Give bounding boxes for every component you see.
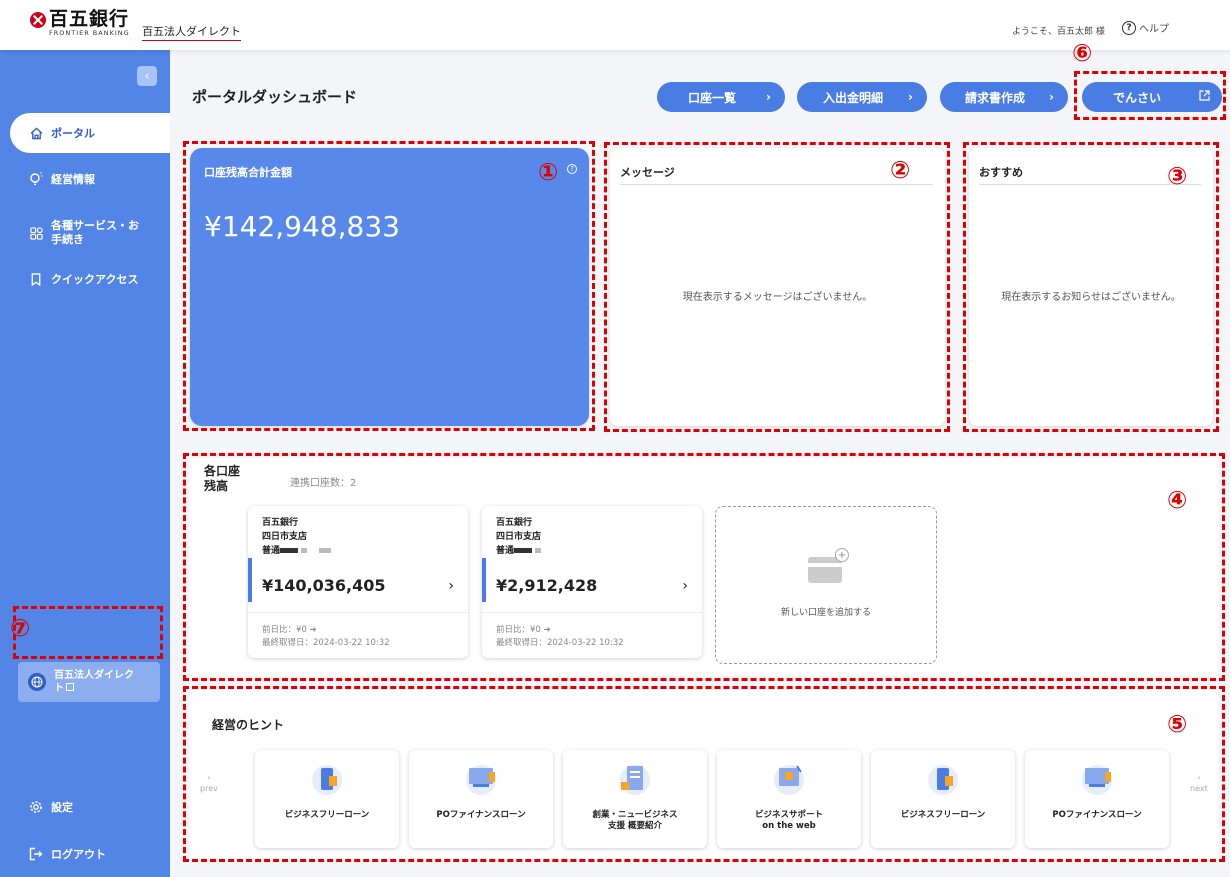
- gear-icon: [28, 800, 44, 814]
- external-link-icon: [66, 683, 74, 691]
- annotation-box-6: [1074, 71, 1226, 120]
- top-header: 百五銀行 FRONTIER BANKING 百五法人ダイレクト ようこそ、百五太…: [0, 0, 1230, 50]
- annotation-number-4: ④: [1167, 486, 1188, 514]
- sidebar-item-label: 各種サービス・お: [51, 219, 139, 232]
- external-link-label-line2: ト: [54, 683, 64, 694]
- sidebar-item-label: クイックアクセス: [51, 273, 139, 286]
- annotation-number-3: ③: [1167, 162, 1188, 190]
- transaction-details-button[interactable]: 入出金明細 ›: [797, 82, 927, 112]
- external-link-label: 百五法人ダイレク: [54, 670, 134, 681]
- sidebar: ‹ ポータル 経営情報 各種サービス・お 手続き クイックアクセス 百五法人ダイ…: [0, 50, 170, 877]
- service-name: 百五法人ダイレクト: [142, 23, 241, 41]
- sidebar-item-logout[interactable]: ログアウト: [0, 839, 106, 869]
- annotation-box-2: [604, 142, 950, 432]
- help-icon: ?: [1122, 20, 1136, 35]
- annotation-box-7: [13, 606, 163, 659]
- annotation-number-2: ②: [890, 156, 911, 184]
- create-invoice-button-label: 請求書作成: [964, 90, 1025, 105]
- page-title: ポータルダッシュボード: [192, 88, 358, 106]
- annotation-box-4: [183, 453, 1225, 681]
- logout-icon: [28, 847, 44, 861]
- sidebar-item-label-line2: 手続き: [51, 233, 84, 246]
- bank-logo[interactable]: 百五銀行 FRONTIER BANKING: [30, 9, 130, 37]
- annotation-number-7: ⑦: [10, 614, 31, 642]
- annotation-number-1: ①: [538, 158, 559, 186]
- external-link-card[interactable]: 百五法人ダイレク ト: [18, 662, 160, 702]
- sidebar-item-services[interactable]: 各種サービス・お 手続き: [0, 216, 139, 250]
- sidebar-item-label: 設定: [51, 801, 73, 814]
- bookmark-icon: [28, 272, 44, 286]
- sidebar-item-quick-access[interactable]: クイックアクセス: [0, 264, 138, 294]
- chevron-right-icon: ›: [766, 90, 771, 104]
- help-link[interactable]: ? ヘルプ: [1122, 20, 1169, 35]
- collapse-sidebar-button[interactable]: ‹: [137, 66, 157, 86]
- chevron-right-icon: ›: [908, 90, 913, 104]
- lightbulb-icon: [28, 172, 44, 186]
- annotation-number-5: ⑤: [1167, 710, 1188, 738]
- transaction-details-button-label: 入出金明細: [822, 90, 883, 105]
- sidebar-item-label: 経営情報: [51, 173, 95, 186]
- globe-icon: [28, 673, 46, 691]
- annotation-box-1: [183, 141, 595, 431]
- sidebar-item-label: ログアウト: [51, 848, 106, 861]
- home-icon: [28, 126, 44, 140]
- help-label: ヘルプ: [1139, 24, 1169, 35]
- bank-subtitle: FRONTIER BANKING: [49, 29, 130, 37]
- chevron-right-icon: ›: [1049, 90, 1054, 104]
- create-invoice-button[interactable]: 請求書作成 ›: [940, 82, 1068, 112]
- grid-icon: [28, 226, 44, 240]
- annotation-box-5: [183, 686, 1225, 862]
- sidebar-item-label: ポータル: [51, 127, 95, 140]
- bank-name: 百五銀行: [49, 8, 130, 30]
- bank-logo-mark-icon: [30, 12, 46, 28]
- sidebar-item-management-info[interactable]: 経営情報: [0, 164, 95, 194]
- sidebar-item-settings[interactable]: 設定: [0, 792, 73, 822]
- sidebar-item-portal[interactable]: ポータル: [10, 113, 170, 153]
- account-list-button-label: 口座一覧: [687, 90, 736, 105]
- account-list-button[interactable]: 口座一覧 ›: [657, 82, 785, 112]
- welcome-text: ようこそ、百五太郎 様: [1012, 27, 1105, 37]
- annotation-number-6: ⑥: [1072, 39, 1093, 67]
